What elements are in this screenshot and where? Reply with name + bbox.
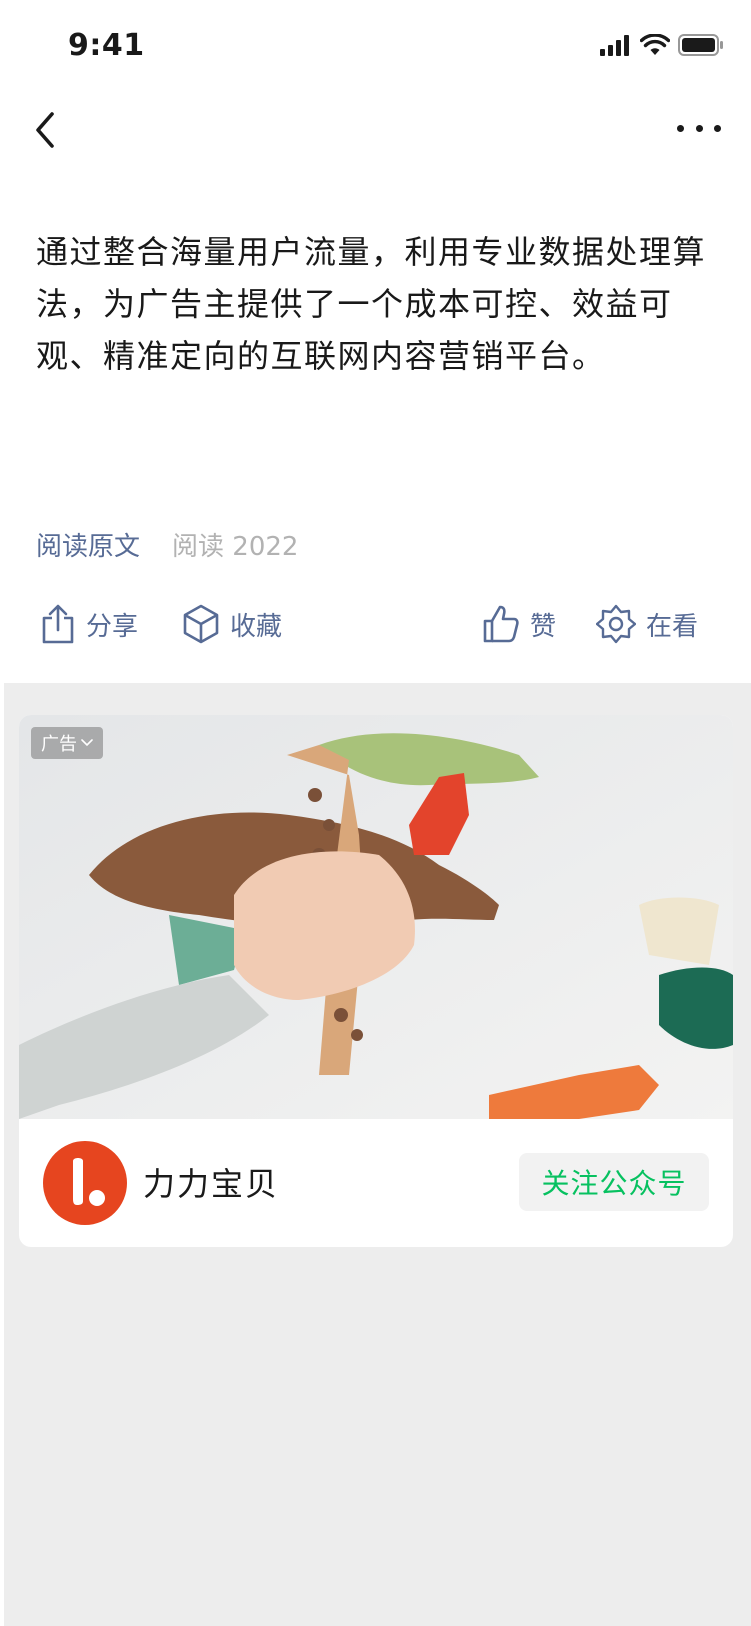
like-button[interactable]: 赞 <box>482 604 556 644</box>
thumbs-up-icon <box>483 605 519 643</box>
more-dot-icon <box>677 124 684 132</box>
ad-footer: 力力宝贝 关注公众号 <box>19 1119 733 1247</box>
share-label: 分享 <box>86 611 139 642</box>
article-text: 通过整合海量用户流量，利用专业数据处理算法，为广告主提供了一个成本可控、效益可观… <box>36 233 707 375</box>
favorite-button[interactable]: 收藏 <box>182 604 282 644</box>
more-dot-icon <box>714 124 721 132</box>
status-time: 9:41 <box>68 28 145 63</box>
read-count-value: 2022 <box>232 532 299 562</box>
wow-label: 在看 <box>646 611 699 642</box>
share-icon <box>42 604 74 644</box>
battery-icon <box>678 34 723 56</box>
status-icons <box>600 34 724 56</box>
more-dot-icon <box>695 124 703 132</box>
brand-name[interactable]: 力力宝贝 <box>143 1159 279 1205</box>
article-meta: 阅读原文 阅读 2022 <box>36 526 298 563</box>
cube-icon <box>183 604 219 644</box>
like-label: 赞 <box>530 611 557 642</box>
back-button[interactable] <box>30 108 70 152</box>
wow-button[interactable]: 在看 <box>596 604 698 644</box>
ad-image[interactable] <box>19 715 733 1119</box>
favorite-label: 收藏 <box>230 611 283 642</box>
ad-card[interactable]: 广告 力力宝贝 关注公众号 <box>19 715 733 1247</box>
read-label: 阅读 <box>172 532 225 562</box>
read-original-link[interactable]: 阅读原文 <box>36 526 140 563</box>
read-count: 阅读 2022 <box>172 526 298 563</box>
cellular-signal-icon <box>600 35 629 56</box>
chevron-left-icon <box>36 112 54 148</box>
navigation-bar <box>0 96 751 166</box>
chevron-down-icon <box>81 739 93 747</box>
brand-logo-icon <box>73 1158 105 1206</box>
brand-logo[interactable] <box>43 1141 127 1225</box>
ad-badge[interactable]: 广告 <box>31 727 103 759</box>
article-actions: 分享 收藏 赞 在看 <box>36 604 720 654</box>
ad-badge-label: 广告 <box>41 734 77 755</box>
share-button[interactable]: 分享 <box>40 604 138 644</box>
flower-icon <box>596 604 636 644</box>
follow-button[interactable]: 关注公众号 <box>519 1153 709 1211</box>
status-bar: 9:41 <box>0 0 751 90</box>
wifi-icon <box>640 34 670 55</box>
more-button[interactable] <box>677 118 721 138</box>
